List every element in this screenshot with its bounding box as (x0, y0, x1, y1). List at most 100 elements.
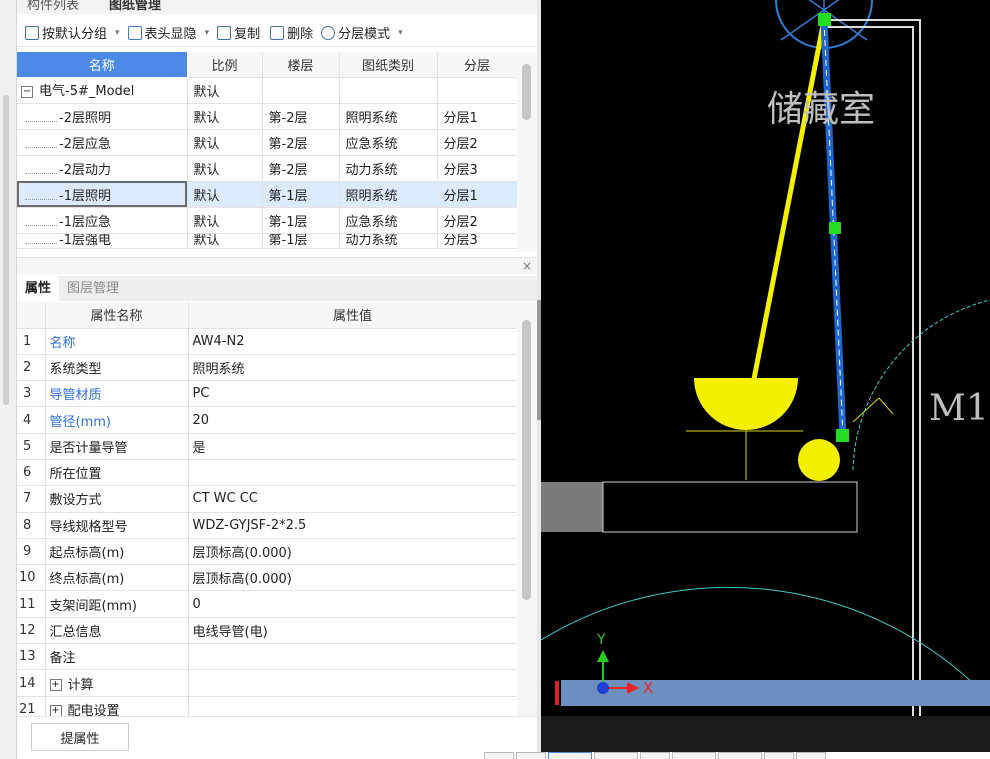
property-table: 属性名称 属性值 1 名称 AW4-N2 2 系统类型 照明系统 3 导管材质 PC 4 管径… (17, 302, 518, 723)
table-row[interactable]: -2层应急 默认 第-2层 应急系统 分层2 (17, 129, 518, 156)
layout-tab[interactable] (718, 752, 762, 759)
switch-symbol (798, 439, 840, 481)
drawing-table-header: 名称 比例 楼层 图纸类别 分层 (17, 52, 518, 78)
property-row[interactable]: 2 系统类型 照明系统 (17, 354, 518, 382)
col-scale[interactable]: 比例 (187, 52, 263, 78)
close-icon[interactable]: × (522, 259, 532, 273)
property-value-cell[interactable]: 层顶标高(0.000) (188, 564, 518, 592)
table-row[interactable]: -1层强电 默认 第-1层 动力系统 分层3 (17, 233, 518, 249)
grip-start[interactable] (818, 13, 831, 26)
layout-tab[interactable] (764, 752, 794, 759)
property-row[interactable]: 9 起点标高(m) 层顶标高(0.000) (17, 538, 518, 566)
group-caret-icon[interactable]: ▾ (115, 28, 120, 38)
tree-line (25, 166, 57, 174)
delete-button[interactable]: 删除 (270, 23, 313, 42)
property-value-cell[interactable]: 层顶标高(0.000) (188, 538, 518, 566)
property-value-cell[interactable]: 0 (188, 590, 518, 618)
property-value-cell[interactable]: 照明系统 (188, 354, 518, 382)
table-row[interactable]: -2层照明 默认 第-2层 照明系统 分层1 (17, 103, 518, 130)
scroll-thumb[interactable] (522, 64, 531, 120)
property-row[interactable]: 12 汇总信息 电线导管(电) (17, 617, 518, 645)
root-scale: 默认 (187, 77, 263, 104)
extract-property-button[interactable]: 提属性 (31, 723, 129, 751)
table-row[interactable]: -2层动力 默认 第-2层 动力系统 分层3 (17, 155, 518, 182)
property-value-cell[interactable]: PC (188, 380, 518, 408)
tree-line (25, 114, 57, 122)
group-button[interactable]: 按默认分组 (25, 23, 107, 42)
layout-tab[interactable] (796, 752, 826, 759)
beam-end-marker (555, 681, 559, 705)
tag-leader (852, 397, 894, 423)
col-name[interactable]: 名称 (17, 52, 188, 77)
expand-icon[interactable]: + (49, 679, 62, 691)
layout-tab[interactable] (594, 752, 638, 759)
ucs-origin (597, 682, 609, 694)
tree-line (25, 236, 57, 244)
room-label: 储藏室 (767, 89, 876, 130)
property-value-cell[interactable]: AW4-N2 (188, 328, 518, 355)
layout-tab[interactable] (516, 752, 546, 759)
property-value-cell[interactable]: CT WC CC (188, 485, 518, 513)
layout-tabs (484, 752, 826, 759)
property-row[interactable]: 13 备注 (17, 643, 518, 671)
layout-tab[interactable] (548, 752, 592, 759)
header-toggle-button[interactable]: 表头显隐 (127, 23, 197, 42)
property-row[interactable]: 10 终点标高(m) 层顶标高(0.000) (17, 564, 518, 592)
property-group-row[interactable]: 14 + 计算 (17, 669, 518, 697)
col-floor[interactable]: 楼层 (262, 52, 340, 78)
property-value-cell[interactable]: 20 (188, 406, 518, 434)
property-value-cell[interactable]: 是 (188, 433, 518, 460)
property-row[interactable]: 11 支架间距(mm) 0 (17, 590, 518, 618)
door-tag-label: M10 (929, 388, 990, 429)
col-prop-value: 属性值 (188, 302, 518, 329)
property-row[interactable]: 7 敷设方式 CT WC CC (17, 485, 518, 513)
grip-mid[interactable] (829, 222, 841, 234)
property-row[interactable]: 6 所在位置 (17, 459, 518, 487)
scroll-thumb[interactable] (522, 320, 531, 600)
col-category[interactable]: 图纸类别 (339, 52, 438, 78)
property-table-scrollbar[interactable] (517, 302, 537, 716)
property-value-cell[interactable]: WDZ-GYJSF-2*2.5 (188, 512, 518, 539)
cad-status-band (541, 716, 990, 752)
trash-icon (270, 25, 285, 40)
table-row[interactable]: -1层应急 默认 第-1层 应急系统 分层2 (17, 207, 518, 234)
property-value-cell[interactable]: 电线导管(电) (188, 617, 518, 645)
header-toggle-label: 表头显隐 (144, 27, 197, 42)
copy-button[interactable]: 复制 (217, 23, 260, 42)
collapse-icon[interactable]: − (21, 85, 33, 98)
drawing-table: 名称 比例 楼层 图纸类别 分层 − 电气-5#_Model 默认 -2层照明 默… (17, 52, 518, 249)
grip-end[interactable] (836, 429, 849, 442)
layer-mode-button[interactable]: 分层模式 (321, 23, 390, 42)
left-dock-scroll[interactable] (3, 95, 9, 405)
property-row[interactable]: 1 名称 AW4-N2 (17, 328, 518, 355)
header-caret-icon[interactable]: ▾ (205, 28, 210, 38)
door-arc (852, 299, 990, 471)
property-row[interactable]: 3 导管材质 PC (17, 380, 518, 408)
top-tab-bar: 构件列表 图纸管理 (17, 0, 537, 14)
property-value-cell[interactable] (188, 459, 518, 487)
col-layer[interactable]: 分层 (437, 52, 518, 78)
layout-tab[interactable] (640, 752, 670, 759)
lamp-bowl (694, 378, 798, 430)
tree-line (25, 140, 57, 148)
component-panel: 构件列表 图纸管理 按默认分组 ▾ 表头显隐 ▾ 复制 删除 分层模式 ▾ 名称… (17, 0, 537, 759)
copy-icon (217, 25, 232, 40)
cad-canvas[interactable]: 储藏室 M10 Y X (541, 0, 990, 752)
drawing-toolbar: 按默认分组 ▾ 表头显隐 ▾ 复制 删除 分层模式 ▾ (17, 19, 537, 47)
layout-tab[interactable] (484, 752, 514, 759)
property-row[interactable]: 8 导线规格型号 WDZ-GYJSF-2*2.5 (17, 512, 518, 539)
layer-caret-icon[interactable]: ▾ (398, 28, 403, 38)
property-value-cell[interactable] (188, 643, 518, 671)
tree-line (25, 218, 57, 226)
tab-component-list[interactable]: 构件列表 (27, 0, 79, 13)
tree-root-row[interactable]: − 电气-5#_Model 默认 (17, 77, 518, 104)
table-row-selected[interactable]: -1层照明 默认 第-1层 照明系统 分层1 (17, 181, 518, 208)
tab-drawing-manage[interactable]: 图纸管理 (109, 0, 161, 13)
delete-label: 删除 (287, 27, 314, 42)
property-row[interactable]: 5 是否计量导管是 (17, 433, 518, 460)
layout-tab[interactable] (672, 752, 716, 759)
tab-layer-manage[interactable]: 图层管理 (59, 276, 127, 301)
drawing-table-scrollbar[interactable] (517, 52, 537, 252)
property-row[interactable]: 4 管径(mm) 20 (17, 406, 518, 434)
tab-properties[interactable]: 属性 (17, 276, 60, 301)
